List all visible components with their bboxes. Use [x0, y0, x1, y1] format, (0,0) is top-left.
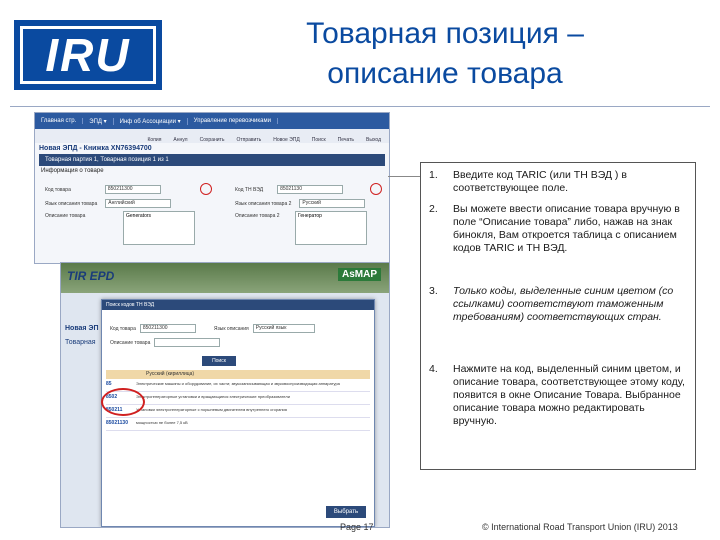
dialog-lang-select[interactable]: Русский язык — [252, 324, 315, 333]
instruction-item: 4. Нажмите на код, выделенный синим цвет… — [429, 363, 689, 428]
toolbar-search-button[interactable]: Поиск — [312, 137, 326, 143]
dialog-desc-row: Описание товара — [110, 338, 221, 347]
instruction-item: 3. Только коды, выделенные синим цветом … — [429, 285, 689, 324]
result-row[interactable]: 85 Электрические машины и оборудование, … — [106, 381, 370, 392]
choose-button[interactable]: Выбрать — [326, 506, 366, 518]
tir-epd-logo: TIR EPD — [67, 269, 115, 283]
nav-item-carriers[interactable]: Управление перевозчиками — [188, 118, 278, 124]
dialog-code-input[interactable]: 850211300 — [139, 324, 196, 333]
document-title: Новая ЭПД - Книжка XN76394700 — [39, 145, 152, 152]
toolbar-print-button[interactable]: Печать — [338, 137, 354, 143]
iru-logo-text: IRU — [45, 29, 131, 81]
background-doc-title: Новая ЭП — [65, 325, 99, 332]
code-label-right: Код ТН ВЭД — [235, 186, 264, 193]
nav-item-epd[interactable]: ЭПД ▾ — [83, 117, 114, 125]
slide-title: Товарная позиция – описание товара — [200, 14, 690, 94]
screenshot-goods-form: Главная стр. ЭПД ▾ Инф об Ассоциации ▾ У… — [34, 112, 390, 264]
desc-label: Описание товара — [45, 213, 86, 219]
toolbar-send-button[interactable]: Отправить — [236, 137, 261, 143]
callout-pointer — [388, 176, 422, 177]
dialog-code-label: Код товара — [110, 325, 136, 332]
code-input[interactable]: 850211300 — [104, 185, 161, 194]
result-desc: Установки электрогенераторные с поршневы… — [136, 407, 287, 412]
app-banner: TIR EPD AsMAP — [61, 263, 389, 293]
copyright: © International Road Transport Union (IR… — [482, 522, 678, 532]
toolbar: Копия Аннул Сохранить Отправить Новое ЭП… — [35, 129, 389, 143]
desc-textarea-right[interactable]: Генератор — [295, 211, 367, 245]
lang-label-right: Язык описания товара 2 — [235, 200, 292, 207]
instruction-number: 1. — [429, 169, 438, 181]
goods-position-bar[interactable]: Товарная партия 1, Товарная позиция 1 из… — [39, 154, 385, 166]
result-desc: Электрические машины и оборудование, их … — [136, 381, 340, 386]
title-divider — [10, 106, 710, 107]
result-code[interactable]: 85021130 — [106, 420, 136, 430]
desc-textarea[interactable]: Generators — [123, 211, 195, 245]
slide-title-line2: описание товара — [327, 57, 563, 90]
desc-row-right: Описание товара 2 — [235, 213, 280, 219]
dialog-desc-label: Описание товара — [110, 339, 151, 346]
background-bar: Товарная — [65, 339, 96, 346]
results-header: Русский (кириллица) — [106, 370, 370, 379]
code-row: Код товара 850211300 — [45, 185, 161, 194]
result-row[interactable]: 850211 Установки электрогенераторные с п… — [106, 407, 370, 418]
result-desc: мощностью не более 7,5 кВ — [136, 420, 188, 425]
desc-row: Описание товара — [45, 213, 85, 219]
lang-label: Язык описания товара — [45, 200, 98, 207]
toolbar-cancel-button[interactable]: Аннул — [173, 137, 187, 143]
lang-select-right[interactable]: Русский — [299, 199, 366, 208]
asmap-logo: AsMAP — [337, 268, 381, 281]
code-search-dialog: Поиск кодов ТН ВЭД Код товара 850211300 … — [101, 299, 375, 527]
toolbar-save-button[interactable]: Сохранить — [200, 137, 225, 143]
nav-item-home[interactable]: Главная стр. — [35, 118, 84, 124]
instruction-text: Нажмите на код, выделенный синим цветом,… — [453, 363, 685, 427]
lang-select[interactable]: Английский — [105, 199, 172, 208]
goods-info-heading: Информация о товаре — [41, 168, 104, 174]
highlight-circle — [101, 388, 145, 416]
screenshot-code-search: TIR EPD AsMAP Новая ЭП Товарная Поиск ко… — [60, 262, 390, 528]
code-row-right: Код ТН ВЭД 85021130 — [235, 185, 344, 194]
dialog-code-row: Код товара 850211300 Язык описания Русск… — [110, 324, 315, 333]
binoculars-icon-right[interactable] — [370, 183, 382, 195]
instruction-item: 2. Вы можете ввести описание товара вруч… — [429, 203, 689, 255]
toolbar-copy-button[interactable]: Копия — [148, 137, 162, 143]
lang-row-right: Язык описания товара 2 Русский — [235, 199, 366, 208]
instructions-box: 1. Введите код TARIC (или ТН ВЭД ) в соо… — [420, 162, 696, 470]
toolbar-new-button[interactable]: Новое ЭПД — [273, 137, 300, 143]
instruction-text: Вы можете ввести описание товара вручную… — [453, 203, 680, 254]
instruction-item: 1. Введите код TARIC (или ТН ВЭД ) в соо… — [429, 169, 689, 195]
desc-label-right: Описание товара 2 — [235, 213, 280, 219]
slide-title-line1: Товарная позиция – — [306, 17, 584, 50]
instruction-number: 4. — [429, 363, 438, 375]
top-nav: Главная стр. ЭПД ▾ Инф об Ассоциации ▾ У… — [35, 113, 389, 129]
toolbar-exit-button[interactable]: Выход — [366, 137, 381, 143]
iru-logo: IRU — [14, 20, 162, 90]
lang-row: Язык описания товара Английский — [45, 199, 172, 208]
code-input-right[interactable]: 85021130 — [277, 185, 344, 194]
result-row[interactable]: 8502 Электрогенераторные установки и вра… — [106, 394, 370, 405]
instruction-text: Введите код TARIC (или ТН ВЭД ) в соотве… — [453, 169, 627, 194]
iru-logo-frame: IRU — [20, 26, 156, 84]
search-button[interactable]: Поиск — [202, 356, 236, 366]
binoculars-icon[interactable] — [200, 183, 212, 195]
instruction-text: Только коды, выделенные синим цветом (со… — [453, 285, 674, 323]
instruction-number: 3. — [429, 285, 438, 297]
result-desc: Электрогенераторные установки и вращающи… — [136, 394, 290, 399]
result-row[interactable]: 85021130 мощностью не более 7,5 кВ — [106, 420, 370, 431]
code-label: Код товара — [45, 186, 71, 193]
dialog-title: Поиск кодов ТН ВЭД — [102, 300, 374, 310]
dialog-desc-input[interactable] — [154, 338, 221, 347]
dialog-lang-label: Язык описания — [213, 325, 249, 332]
page-number: Page 17 — [340, 522, 374, 532]
instruction-number: 2. — [429, 203, 438, 215]
nav-item-association[interactable]: Инф об Ассоциации ▾ — [114, 117, 188, 125]
